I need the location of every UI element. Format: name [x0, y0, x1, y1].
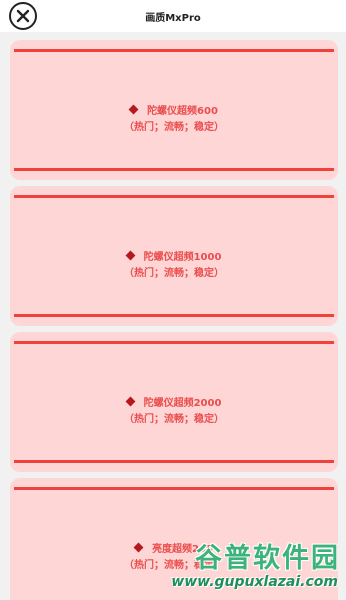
- option-card-gyro-600[interactable]: 陀螺仪超频600 （热门；流畅；稳定）: [10, 40, 338, 180]
- diamond-bullet-icon: [125, 396, 136, 407]
- card-divider-bottom: [14, 460, 334, 463]
- diamond-bullet-icon: [128, 104, 139, 115]
- watermark-url: www.gupuxlazai.com: [171, 574, 338, 590]
- option-tags: （热门；流畅；稳定）: [124, 268, 224, 279]
- options-list: 陀螺仪超频600 （热门；流畅；稳定） 陀螺仪超频1000 （热门；流畅；稳定）…: [0, 32, 346, 600]
- top-bar: 画质MxPro: [0, 0, 346, 32]
- diamond-bullet-icon: [125, 250, 136, 261]
- card-divider-bottom: [14, 168, 334, 171]
- card-divider-top: [14, 195, 334, 198]
- card-divider-top: [14, 487, 334, 490]
- page-title: 画质MxPro: [145, 13, 201, 24]
- option-card-gyro-2000[interactable]: 陀螺仪超频2000 （热门；流畅；稳定）: [10, 332, 338, 472]
- option-tags: （热门；流畅；稳定）: [124, 414, 224, 425]
- card-divider-top: [14, 341, 334, 344]
- option-label: 陀螺仪超频2000: [143, 398, 222, 409]
- card-divider-top: [14, 49, 334, 52]
- watermark-name: 谷普软件园: [195, 543, 340, 574]
- watermark-logo: 谷普软件园 www.gupuxlazai.com: [171, 536, 344, 598]
- option-tags: （热门；流畅；稳定）: [124, 122, 224, 133]
- card-divider-bottom: [14, 314, 334, 317]
- option-label: 陀螺仪超频1000: [143, 252, 222, 263]
- option-label: 陀螺仪超频600: [147, 106, 218, 117]
- option-card-gyro-1000[interactable]: 陀螺仪超频1000 （热门；流畅；稳定）: [10, 186, 338, 326]
- diamond-bullet-icon: [133, 542, 144, 553]
